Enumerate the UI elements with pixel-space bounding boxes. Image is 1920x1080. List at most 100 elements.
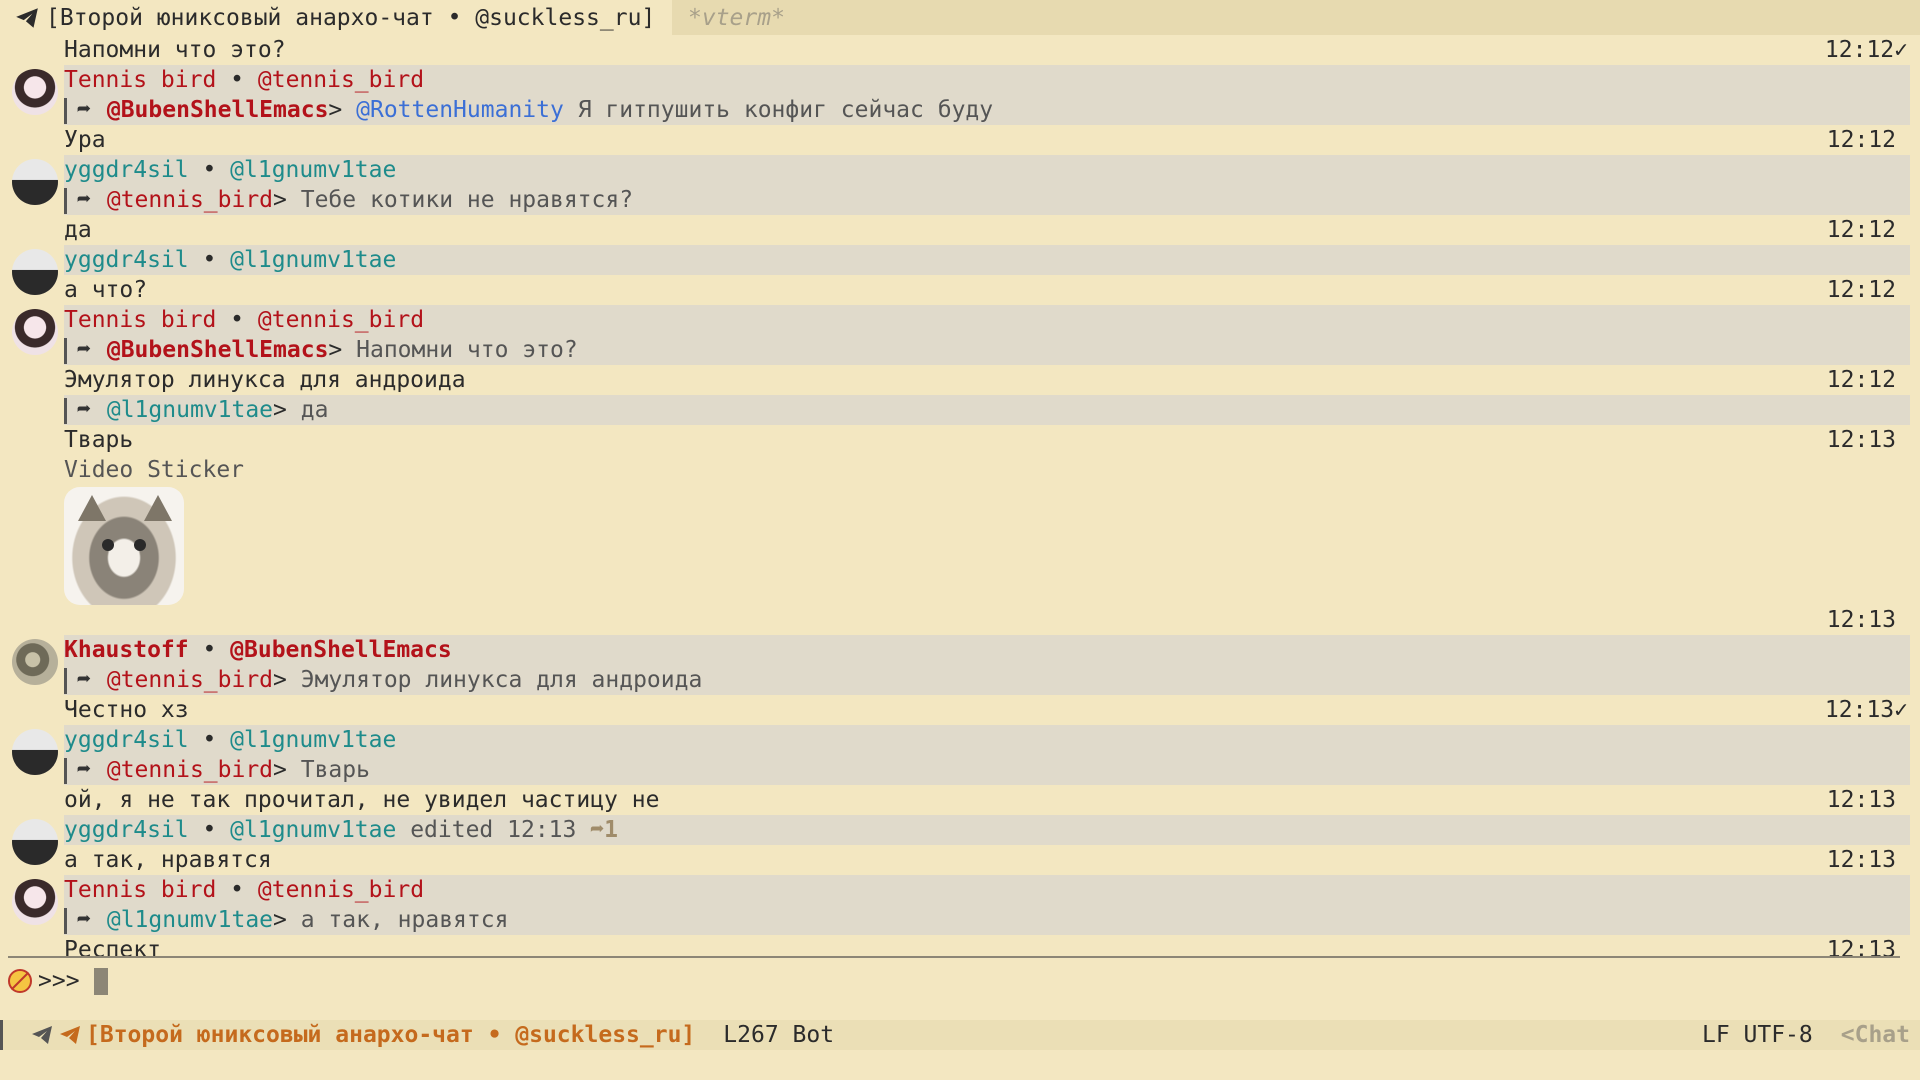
message-row: ой, я не так прочитал, не увидел частицу… <box>0 785 1920 815</box>
message-text: ой, я не так прочитал, не увидел частицу… <box>64 787 660 813</box>
sender-handle[interactable]: @l1gnumv1tae <box>230 817 396 843</box>
message-header: Khaustoff • @BubenShellEmacs <box>0 635 1920 685</box>
reply-arrow-icon: ➦ <box>77 337 91 363</box>
message-header: Tennis bird • @tennis_bird <box>0 875 1920 925</box>
message-time: 12:13 <box>1826 847 1896 873</box>
forward-count[interactable]: ➦1 <box>590 817 618 843</box>
tab-vterm[interactable]: *vterm* <box>688 0 785 35</box>
reply-target[interactable]: @l1gnumv1tae <box>107 907 273 933</box>
message-text: Эмулятор линукса для андроида <box>64 367 466 393</box>
mention[interactable]: @RottenHumanity <box>356 97 564 123</box>
message-time: 12:13✓ <box>1824 697 1908 723</box>
reply-target[interactable]: @tennis_bird <box>107 667 273 693</box>
reply-quote[interactable]: ➦ @l1gnumv1tae> а так, нравятся <box>0 905 1920 935</box>
quote-gt: > <box>273 907 301 933</box>
message-text: Ура <box>64 127 106 153</box>
sender-name[interactable]: Tennis bird <box>64 67 216 93</box>
separator: • <box>188 727 231 753</box>
reply-quote[interactable]: ➦ @tennis_bird> Эмулятор линукса для андр… <box>0 665 1920 695</box>
message-time: 12:12 <box>1826 127 1896 153</box>
sender-handle[interactable]: @BubenShellEmacs <box>230 637 452 663</box>
separator: • <box>188 247 231 273</box>
sender-handle[interactable]: @tennis_bird <box>258 877 424 903</box>
reply-quote[interactable]: ➦ @tennis_bird> Тебе котики не нравятся? <box>0 185 1920 215</box>
modeline-title[interactable]: [Второй юниксовый анархо-чат • @suckless… <box>86 1022 695 1048</box>
message-header: Tennis bird • @tennis_bird <box>0 305 1920 355</box>
modeline-position: L267 Bot <box>723 1022 835 1048</box>
reply-arrow-icon: ➦ <box>77 97 91 123</box>
no-entry-icon <box>8 969 32 993</box>
input-separator <box>8 956 1900 958</box>
sender-name[interactable]: yggdr4sil <box>64 157 189 183</box>
prompt-marker: >>> <box>38 968 80 994</box>
cat-sticker-image[interactable] <box>64 487 184 605</box>
tab-bar: [Второй юниксовый анархо-чат • @suckless… <box>0 0 1920 35</box>
message-header: Tennis bird • @tennis_bird <box>0 65 1920 115</box>
message-row: Эмулятор линукса для андроида 12:12 <box>0 365 1920 395</box>
sender-handle[interactable]: @tennis_bird <box>258 307 424 333</box>
reply-target[interactable]: @BubenShellEmacs <box>107 97 329 123</box>
reply-target[interactable]: @tennis_bird <box>107 757 273 783</box>
quote-text: да <box>300 397 329 423</box>
telegram-plane-icon <box>16 7 38 28</box>
mode-line: [Второй юниксовый анархо-чат • @suckless… <box>0 1020 1920 1050</box>
separator: • <box>188 637 231 663</box>
message-row: Ура 12:12 <box>0 125 1920 155</box>
separator: • <box>216 307 258 333</box>
reply-quote[interactable]: ➦ @BubenShellEmacs> Напомни что это? <box>0 335 1920 365</box>
sender-name[interactable]: yggdr4sil <box>64 727 189 753</box>
message-row: Video Sticker <box>0 455 1920 485</box>
sender-name[interactable]: yggdr4sil <box>64 247 189 273</box>
separator: • <box>188 157 231 183</box>
message-row: Напомни что это? 12:12✓ <box>0 35 1920 65</box>
message-text: Тварь <box>64 427 134 453</box>
sticker-area <box>0 485 1920 605</box>
message-row: да 12:12 <box>0 215 1920 245</box>
message-header: yggdr4sil • @l1gnumv1tae <box>0 155 1920 205</box>
message-row: Респект 12:13 <box>0 935 1920 965</box>
reply-arrow-icon: ➦ <box>77 757 91 783</box>
sender-handle[interactable]: @l1gnumv1tae <box>230 247 396 273</box>
reply-quote[interactable]: ➦ @BubenShellEmacs> @RottenHumanity Я гит… <box>0 95 1920 125</box>
chat-buffer: Напомни что это? 12:12✓ Tennis bird • @t… <box>0 35 1920 965</box>
quote-text: Я гитпушить конфиг сейчас буду <box>563 97 994 123</box>
message-row: Честно хз 12:13✓ <box>0 695 1920 725</box>
sender-name[interactable]: Tennis bird <box>64 307 216 333</box>
separator: • <box>188 817 231 843</box>
text-cursor[interactable] <box>93 967 108 995</box>
message-row: Тварь 12:13 <box>0 425 1920 455</box>
tab-label: *vterm* <box>688 4 785 31</box>
edited-label: edited 12:13 <box>396 817 591 843</box>
modeline-mode[interactable]: <Chat <box>1841 1022 1910 1048</box>
message-text: Напомни что это? <box>64 37 286 63</box>
reply-arrow-icon: ➦ <box>77 397 91 423</box>
quote-gt: > <box>273 187 301 213</box>
reply-arrow-icon: ➦ <box>77 187 91 213</box>
message-row: а что? 12:12 <box>0 275 1920 305</box>
tab-chat[interactable]: [Второй юниксовый анархо-чат • @suckless… <box>0 0 672 35</box>
message-time: 12:13 <box>1826 937 1896 963</box>
reply-quote[interactable]: ➦ @tennis_bird> Тварь <box>0 755 1920 785</box>
reply-target[interactable]: @tennis_bird <box>107 187 273 213</box>
message-text: да <box>64 217 92 243</box>
reply-target[interactable]: @BubenShellEmacs <box>107 337 329 363</box>
sender-handle[interactable]: @tennis_bird <box>258 67 424 93</box>
sender-name[interactable]: Khaustoff <box>64 637 189 663</box>
message-text: а так, нравятся <box>64 847 272 873</box>
message-text: Честно хз <box>64 697 189 723</box>
separator: • <box>216 877 258 903</box>
reply-quote[interactable]: ➦ @l1gnumv1tae> да <box>0 395 1920 425</box>
input-prompt[interactable]: >>> <box>8 964 108 998</box>
telegram-plane-icon <box>60 1026 80 1044</box>
reply-arrow-icon: ➦ <box>77 667 91 693</box>
message-time: 12:13 <box>1826 427 1896 453</box>
sender-handle[interactable]: @l1gnumv1tae <box>230 157 396 183</box>
reply-target[interactable]: @l1gnumv1tae <box>107 397 273 423</box>
sender-name[interactable]: yggdr4sil <box>64 817 189 843</box>
sender-name[interactable]: Tennis bird <box>64 877 216 903</box>
quote-text: Эмулятор линукса для андроида <box>300 667 703 693</box>
modeline-encoding[interactable]: LF UTF-8 <box>1702 1022 1813 1048</box>
reply-arrow-icon: ➦ <box>77 907 91 933</box>
sender-handle[interactable]: @l1gnumv1tae <box>230 727 396 753</box>
quote-gt: > <box>273 397 301 423</box>
